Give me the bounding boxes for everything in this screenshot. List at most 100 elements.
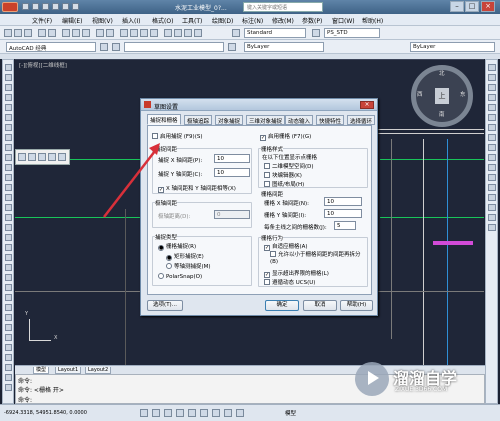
stretch-icon[interactable]	[5, 344, 12, 351]
explode-icon[interactable]	[488, 224, 496, 231]
snap-x-input[interactable]: 10	[214, 154, 250, 163]
dim-style-select[interactable]: PS_STD	[324, 28, 380, 38]
properties-icon[interactable]	[164, 29, 172, 37]
workspace-settings-icon[interactable]	[100, 43, 108, 51]
follow-ucs-checkbox[interactable]: 遵循动态 UCS(U)	[264, 278, 315, 286]
toolbar-icon[interactable]	[48, 153, 56, 161]
help-icon[interactable]	[194, 29, 202, 37]
arc-icon[interactable]	[5, 114, 12, 121]
save-icon[interactable]	[24, 29, 32, 37]
copy-object-icon[interactable]	[5, 274, 12, 281]
view-cube-top-face[interactable]: 上	[435, 88, 449, 104]
ellipse-icon[interactable]	[5, 154, 12, 161]
tab-3d-object-snap[interactable]: 三维对象捕捉	[246, 115, 286, 125]
print-icon[interactable]	[38, 29, 46, 37]
offset-icon[interactable]	[488, 94, 496, 101]
tab-model[interactable]: 模型	[33, 367, 50, 374]
menu-file[interactable]: 文件(F)	[32, 16, 52, 25]
zoom-window-icon[interactable]	[140, 29, 148, 37]
offset-icon[interactable]	[5, 294, 12, 301]
lineweight-toggle-icon[interactable]	[236, 409, 244, 417]
construction-line-icon[interactable]	[5, 74, 12, 81]
design-center-icon[interactable]	[174, 29, 182, 37]
snap-toggle-icon[interactable]	[140, 409, 148, 417]
equal-spacing-checkbox[interactable]: ✓ X 轴间距和 Y 轴间距相等(X)	[158, 184, 236, 193]
region-icon[interactable]	[5, 224, 12, 231]
break-at-point-icon[interactable]	[488, 174, 496, 181]
mirror-icon[interactable]	[5, 284, 12, 291]
iso-snap-radio[interactable]: 等轴测捕捉(M)	[166, 262, 211, 270]
tab-snap-grid[interactable]: 捕捉和栅格	[147, 114, 181, 125]
beyond-limits-checkbox[interactable]: ✓ 显示超出界限的栅格(L)	[264, 269, 329, 278]
grid-toggle-icon[interactable]	[152, 409, 160, 417]
scale-icon[interactable]	[5, 334, 12, 341]
gradient-icon[interactable]	[5, 214, 12, 221]
circle-icon[interactable]	[5, 124, 12, 131]
toolbar-icon[interactable]	[38, 153, 46, 161]
open-icon[interactable]	[32, 3, 39, 10]
tab-layout2[interactable]: Layout2	[85, 367, 112, 374]
hatch-icon[interactable]	[5, 204, 12, 211]
menu-view[interactable]: 视图(V)	[92, 16, 113, 25]
tab-layout1[interactable]: Layout1	[55, 367, 82, 374]
options-button[interactable]: 选项(T)...	[147, 300, 183, 311]
add-selected-icon[interactable]	[5, 254, 12, 261]
preview-icon[interactable]	[48, 29, 56, 37]
model-space-button[interactable]: 模型	[285, 409, 296, 417]
trim-icon[interactable]	[488, 154, 496, 161]
redo-icon[interactable]	[72, 3, 79, 10]
layer-properties-icon[interactable]	[112, 43, 120, 51]
break-icon[interactable]	[488, 184, 496, 191]
menu-help[interactable]: 帮助(H)	[362, 16, 383, 25]
pan-icon[interactable]	[120, 29, 128, 37]
menu-modify[interactable]: 修改(M)	[272, 16, 294, 25]
tool-palettes-icon[interactable]	[184, 29, 192, 37]
menu-tools[interactable]: 工具(T)	[182, 16, 202, 25]
close-window-button[interactable]: ×	[481, 1, 495, 12]
otrack-toggle-icon[interactable]	[200, 409, 208, 417]
zoom-icon[interactable]	[130, 29, 138, 37]
text-style-select[interactable]: Standard	[244, 28, 306, 38]
table-icon[interactable]	[5, 234, 12, 241]
grid-block-editor-checkbox[interactable]: 块编辑器(K)	[264, 171, 302, 179]
cut-icon[interactable]	[62, 29, 70, 37]
dyn-toggle-icon[interactable]	[224, 409, 232, 417]
open-icon[interactable]	[14, 29, 22, 37]
extend-icon[interactable]	[5, 364, 12, 371]
rect-snap-radio[interactable]: ● 矩形捕捉(E)	[166, 252, 204, 261]
ok-button[interactable]: 确定	[265, 300, 299, 311]
dialog-title-bar[interactable]: 草图设置 ×	[141, 99, 377, 111]
view-cube-south[interactable]: 南	[439, 110, 445, 118]
dialog-close-button[interactable]: ×	[360, 101, 374, 109]
grid-paper-checkbox[interactable]: 图纸/布局(H)	[264, 180, 304, 188]
osnap-toggle-icon[interactable]	[188, 409, 196, 417]
menu-parametric[interactable]: 参数(P)	[302, 16, 322, 25]
menu-edit[interactable]: 编辑(E)	[62, 16, 82, 25]
copy-object-icon[interactable]	[488, 74, 496, 81]
stretch-icon[interactable]	[488, 144, 496, 151]
erase-icon[interactable]	[5, 264, 12, 271]
tab-object-snap[interactable]: 对象捕捉	[215, 115, 244, 125]
help-button[interactable]: 帮助(H)	[340, 300, 373, 311]
extend-icon[interactable]	[488, 164, 496, 171]
rotate-icon[interactable]	[488, 124, 496, 131]
spline-icon[interactable]	[5, 144, 12, 151]
toolbar-icon[interactable]	[18, 153, 26, 161]
tab-selection-cycling[interactable]: 选择循环	[347, 115, 376, 125]
layer-select[interactable]	[124, 42, 224, 52]
maximize-button[interactable]: □	[465, 1, 479, 12]
ortho-toggle-icon[interactable]	[164, 409, 172, 417]
viewport-controls-label[interactable]: [-][俯视][二维线框]	[19, 61, 67, 69]
grid-2d-model-checkbox[interactable]: 二维模型空间(D)	[264, 162, 314, 170]
fillet-icon[interactable]	[5, 384, 12, 391]
tab-polar-tracking[interactable]: 极轴追踪	[184, 115, 213, 125]
minimize-button[interactable]: –	[450, 1, 464, 12]
undo-icon[interactable]	[62, 3, 69, 10]
array-icon[interactable]	[5, 304, 12, 311]
move-icon[interactable]	[488, 114, 496, 121]
make-block-icon[interactable]	[5, 184, 12, 191]
ellipse-arc-icon[interactable]	[5, 164, 12, 171]
move-icon[interactable]	[5, 314, 12, 321]
erase-icon[interactable]	[488, 64, 496, 71]
new-icon[interactable]	[22, 3, 29, 10]
